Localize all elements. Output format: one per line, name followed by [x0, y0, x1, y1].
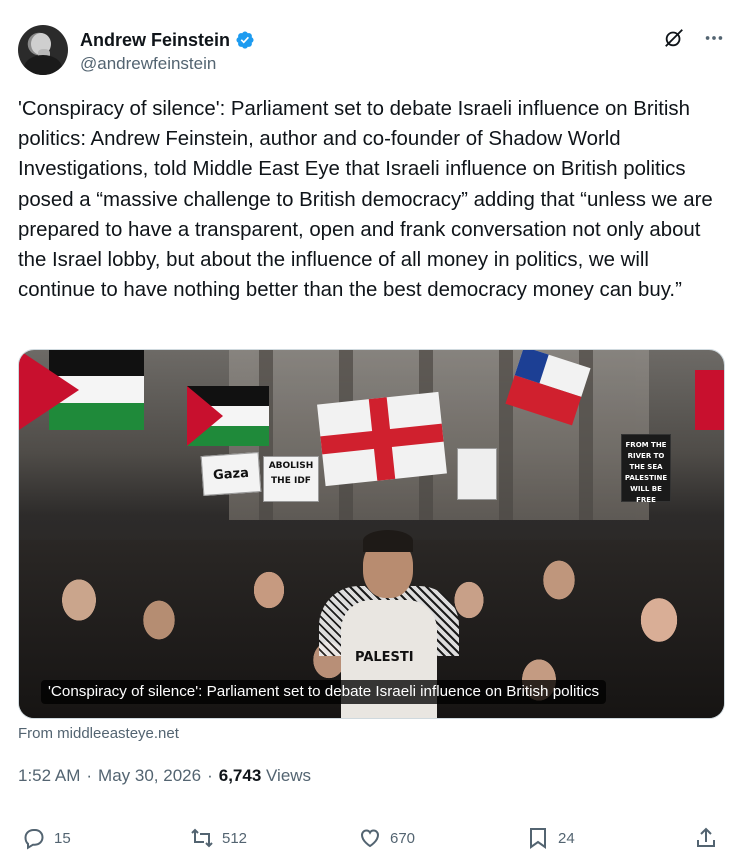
shirt-text: PALESTI — [355, 650, 414, 665]
media-caption: 'Conspiracy of silence': Parliament set … — [41, 680, 607, 704]
like-button[interactable]: 670 — [358, 826, 415, 850]
name-row: Andrew Feinstein — [80, 29, 255, 51]
tweet-time[interactable]: 1:52 AM — [18, 766, 80, 786]
bookmark-icon — [530, 828, 546, 849]
avatar[interactable] — [18, 25, 68, 75]
tweet-date[interactable]: May 30, 2026 — [98, 766, 201, 786]
top-actions — [663, 27, 725, 49]
bookmark-count: 24 — [558, 829, 575, 847]
palestinian-flag-right — [695, 370, 724, 430]
tweet-header: Andrew Feinstein @andrewfeinstein — [18, 25, 725, 77]
share-button[interactable] — [694, 826, 718, 850]
palestinian-flag — [19, 350, 144, 430]
repost-button[interactable]: 512 — [190, 826, 247, 850]
repost-count: 512 — [222, 829, 248, 847]
protest-photo: Gaza ABOLISH THE IDF FROM THE RIVER TO T… — [19, 350, 724, 718]
central-hair — [363, 530, 413, 552]
action-bar: 15 512 670 24 — [22, 826, 722, 856]
verified-badge-icon[interactable] — [235, 30, 255, 50]
stop-sign — [457, 448, 497, 500]
st-george-flag — [317, 391, 447, 487]
river-to-sea-sign: FROM THE RIVER TO THE SEA PALESTINE WILL… — [621, 434, 671, 504]
abolish-idf-sign: ABOLISH THE IDF — [263, 456, 319, 502]
like-icon — [360, 829, 380, 848]
palestinian-flag-small — [187, 386, 269, 446]
tweet-text: 'Conspiracy of silence': Parliament set … — [18, 98, 713, 302]
link-card-media[interactable]: Gaza ABOLISH THE IDF FROM THE RIVER TO T… — [18, 349, 725, 719]
reply-count: 15 — [54, 829, 71, 847]
link-source[interactable]: From middleeasteye.net — [18, 725, 179, 742]
repost-icon — [191, 828, 213, 848]
gaza-sign: Gaza — [200, 452, 262, 496]
handle[interactable]: @andrewfeinstein — [80, 54, 216, 74]
like-count: 670 — [390, 829, 416, 847]
share-icon — [697, 827, 715, 847]
views-count: 6,743 — [218, 766, 262, 785]
more-icon[interactable] — [703, 27, 725, 49]
display-name[interactable]: Andrew Feinstein — [80, 29, 230, 51]
reply-icon — [24, 829, 44, 850]
grok-icon[interactable] — [663, 27, 685, 49]
meta-separator: · — [86, 766, 93, 785]
reply-button[interactable]: 15 — [22, 826, 71, 850]
bookmark-button[interactable]: 24 — [526, 826, 575, 850]
views-label: Views — [266, 766, 312, 785]
tweet-meta: 1:52 AM · May 30, 2026 · 6,743 Views — [18, 766, 311, 786]
meta-separator-2: · — [207, 766, 213, 785]
